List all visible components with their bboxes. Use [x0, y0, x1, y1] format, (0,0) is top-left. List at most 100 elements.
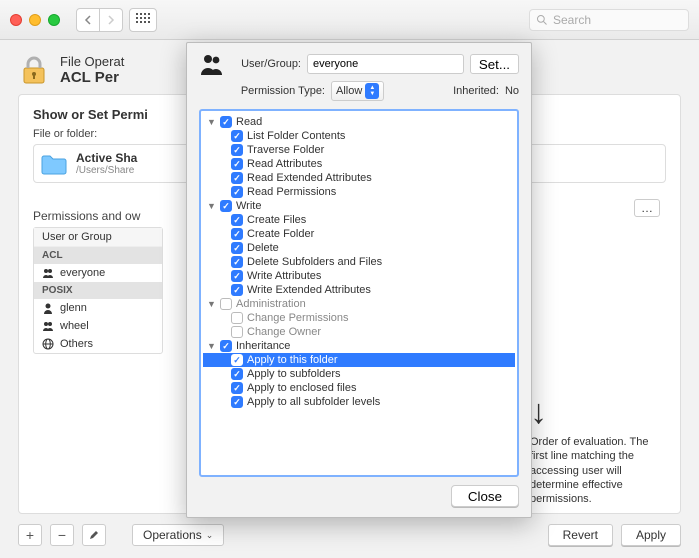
- close-window-button[interactable]: [10, 14, 22, 26]
- tree-item[interactable]: ✓List Folder Contents: [203, 129, 515, 143]
- checkbox[interactable]: ✓: [231, 256, 243, 268]
- checkbox[interactable]: ✓: [220, 340, 232, 352]
- bottom-toolbar: + − Operations ⌄ Revert Apply: [18, 524, 681, 546]
- tree-item[interactable]: ✓Delete: [203, 241, 515, 255]
- user-icon: [42, 302, 54, 314]
- checkbox[interactable]: ✓: [231, 228, 243, 240]
- checkbox[interactable]: ✓: [231, 144, 243, 156]
- checkbox[interactable]: ✓: [231, 158, 243, 170]
- disclosure-triangle-icon[interactable]: ▼: [207, 342, 216, 351]
- group-icon: [42, 320, 54, 332]
- tree-item[interactable]: ✓Change Permissions: [203, 311, 515, 325]
- tree-item[interactable]: ✓Write Extended Attributes: [203, 283, 515, 297]
- inherited-label: Inherited:: [453, 85, 499, 97]
- operations-menu[interactable]: Operations ⌄: [132, 524, 224, 546]
- users-silhouette-icon: [199, 53, 225, 75]
- tree-item-selected[interactable]: ✓Apply to this folder: [203, 353, 515, 367]
- checkbox[interactable]: ✓: [231, 130, 243, 142]
- eval-title: Order of evaluation.: [530, 436, 627, 448]
- forward-button[interactable]: [100, 8, 123, 32]
- tree-group-inheritance[interactable]: ▼✓Inheritance: [203, 339, 515, 353]
- tree-item[interactable]: ✓Create Folder: [203, 227, 515, 241]
- select-arrows-icon: ▲▼: [365, 83, 379, 99]
- checkbox[interactable]: ✓: [231, 284, 243, 296]
- nav-button-group: [76, 8, 123, 32]
- apply-button[interactable]: Apply: [621, 524, 681, 546]
- back-button[interactable]: [76, 8, 100, 32]
- checkbox[interactable]: ✓: [220, 298, 232, 310]
- folder-icon: [40, 152, 68, 176]
- checkbox[interactable]: ✓: [231, 312, 243, 324]
- checkbox[interactable]: ✓: [231, 270, 243, 282]
- set-button[interactable]: Set...: [470, 54, 519, 74]
- tree-item[interactable]: ✓Write Attributes: [203, 269, 515, 283]
- user-group-input[interactable]: [307, 54, 464, 74]
- permission-type-value: Allow: [336, 85, 362, 97]
- tree-group-write[interactable]: ▼✓Write: [203, 199, 515, 213]
- tree-item[interactable]: ✓Apply to all subfolder levels: [203, 395, 515, 409]
- row-label: wheel: [60, 320, 89, 332]
- list-column-header: User or Group: [34, 228, 162, 247]
- tree-item[interactable]: ✓Change Owner: [203, 325, 515, 339]
- tree-item[interactable]: ✓Read Extended Attributes: [203, 171, 515, 185]
- checkbox[interactable]: ✓: [220, 116, 232, 128]
- browse-button[interactable]: …: [634, 199, 660, 217]
- lock-icon: [18, 54, 50, 86]
- acl-edit-sheet: User/Group: Set... Permission Type: Allo…: [186, 42, 532, 518]
- disclosure-triangle-icon[interactable]: ▼: [207, 300, 216, 309]
- user-group-label: User/Group:: [231, 58, 301, 70]
- pencil-icon: [88, 529, 100, 541]
- window-titlebar: Search: [0, 0, 699, 40]
- checkbox[interactable]: ✓: [231, 214, 243, 226]
- minimize-window-button[interactable]: [29, 14, 41, 26]
- arrow-down-icon: ↓: [530, 395, 650, 429]
- remove-button[interactable]: −: [50, 524, 74, 546]
- row-label: everyone: [60, 267, 105, 279]
- tree-item[interactable]: ✓Read Attributes: [203, 157, 515, 171]
- checkbox[interactable]: ✓: [231, 382, 243, 394]
- tree-item[interactable]: ✓Traverse Folder: [203, 143, 515, 157]
- add-button[interactable]: +: [18, 524, 42, 546]
- permissions-tree[interactable]: ▼✓Read ✓List Folder Contents ✓Traverse F…: [199, 109, 519, 477]
- tree-item[interactable]: ✓Apply to subfolders: [203, 367, 515, 381]
- operations-label: Operations: [143, 528, 202, 542]
- checkbox[interactable]: ✓: [231, 186, 243, 198]
- checkbox[interactable]: ✓: [220, 200, 232, 212]
- tree-group-admin[interactable]: ▼✓Administration: [203, 297, 515, 311]
- tree-item[interactable]: ✓Create Files: [203, 213, 515, 227]
- chevron-down-icon: ⌄: [206, 530, 214, 541]
- permissions-list: User or Group ACL everyone POSIX glenn w…: [33, 227, 163, 354]
- search-field[interactable]: Search: [529, 9, 689, 31]
- edit-button[interactable]: [82, 524, 106, 546]
- checkbox[interactable]: ✓: [231, 172, 243, 184]
- disclosure-triangle-icon[interactable]: ▼: [207, 118, 216, 127]
- posix-row-others[interactable]: Others: [34, 335, 162, 353]
- zoom-window-button[interactable]: [48, 14, 60, 26]
- file-name: Active Sha: [76, 151, 137, 165]
- globe-icon: [42, 338, 54, 350]
- tree-item[interactable]: ✓Apply to enclosed files: [203, 381, 515, 395]
- permission-type-select[interactable]: Allow ▲▼: [331, 81, 384, 101]
- grid-icon: [136, 13, 150, 27]
- posix-row-glenn[interactable]: glenn: [34, 299, 162, 317]
- disclosure-triangle-icon[interactable]: ▼: [207, 202, 216, 211]
- search-icon: [536, 14, 548, 26]
- grid-view-button[interactable]: [129, 8, 157, 32]
- checkbox[interactable]: ✓: [231, 396, 243, 408]
- inherited-value: No: [505, 85, 519, 97]
- header-subtitle: File Operat: [60, 54, 124, 69]
- checkbox[interactable]: ✓: [231, 354, 243, 366]
- tree-item[interactable]: ✓Read Permissions: [203, 185, 515, 199]
- acl-row-everyone[interactable]: everyone: [34, 264, 162, 282]
- posix-row-wheel[interactable]: wheel: [34, 317, 162, 335]
- checkbox[interactable]: ✓: [231, 326, 243, 338]
- group-icon: [42, 267, 54, 279]
- close-button[interactable]: Close: [451, 485, 519, 507]
- row-label: glenn: [60, 302, 87, 314]
- evaluation-info: ↓ Order of evaluation. The first line ma…: [530, 395, 650, 506]
- checkbox[interactable]: ✓: [231, 368, 243, 380]
- tree-item[interactable]: ✓Delete Subfolders and Files: [203, 255, 515, 269]
- tree-group-read[interactable]: ▼✓Read: [203, 115, 515, 129]
- checkbox[interactable]: ✓: [231, 242, 243, 254]
- revert-button[interactable]: Revert: [548, 524, 613, 546]
